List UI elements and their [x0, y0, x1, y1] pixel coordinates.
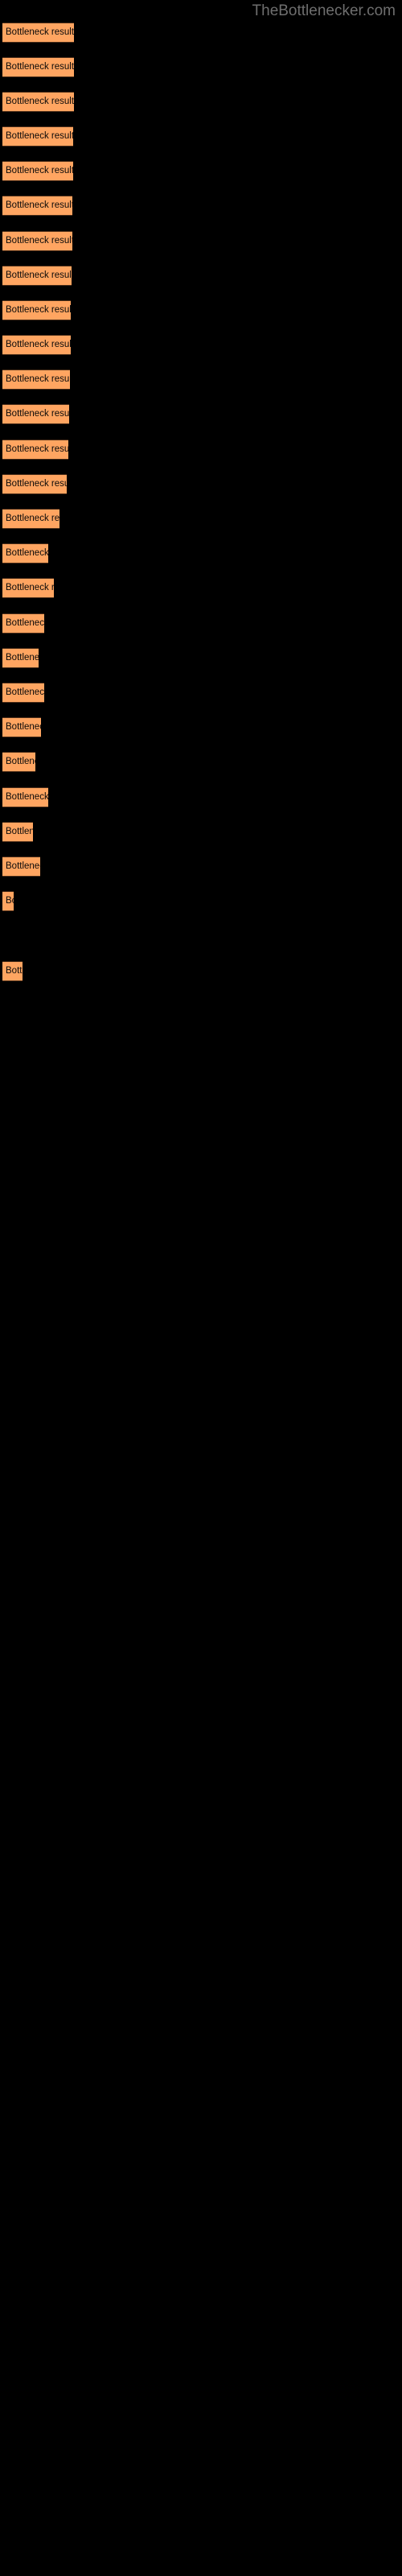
bar-label: Bottleneck result	[6, 305, 71, 315]
bar: Bottleneck result	[2, 161, 73, 181]
bar-label: Bottleneck result	[6, 97, 74, 106]
bar: Bottleneck result	[2, 196, 72, 216]
bottleneck-bar-chart: TheBottlenecker.com Bottleneck result Bot…	[0, 0, 402, 2576]
bar: Bottleneck result	[2, 613, 44, 634]
bar: Bottleneck result	[2, 717, 41, 737]
bar-label: Bottleneck result	[6, 722, 41, 732]
bar-label: Bottleneck result	[6, 27, 74, 37]
bar-label: Bottleneck result	[6, 200, 72, 210]
bar-label: Bottleneck result	[6, 583, 54, 592]
bar-label: Bottleneck result	[6, 687, 44, 697]
bar: Bottleneck result	[2, 787, 48, 807]
bar: Bottleneck result	[2, 543, 48, 564]
bar-label: Bottleneck result	[6, 374, 70, 384]
page-title: TheBottlenecker.com	[252, 2, 396, 19]
bar-label: Bottleneck result	[6, 166, 73, 175]
bar-label: Bottleneck result	[6, 236, 72, 246]
bar-label: Bottleneck result	[6, 896, 14, 906]
bar: Bottleneck result	[2, 509, 59, 529]
bar: Bottleneck result	[2, 752, 35, 772]
bar: Bottleneck result	[2, 822, 33, 842]
bar-label: Bottleneck result	[6, 479, 67, 489]
bar: Bottleneck result	[2, 231, 72, 251]
bar: Bottleneck result	[2, 126, 73, 147]
bar-label: Bottleneck result	[6, 62, 74, 72]
bar: Bottleneck result	[2, 335, 71, 355]
bar-label: Bottleneck result	[6, 792, 48, 802]
bar-label: Bottleneck result	[6, 409, 69, 419]
bar-label: Bottleneck result	[6, 966, 23, 976]
bar: Bottleneck result	[2, 474, 67, 494]
bar: Bottleneck result	[2, 369, 70, 390]
bar: Bottleneck result	[2, 961, 23, 981]
bar: Bottleneck result	[2, 683, 44, 703]
bar-label: Bottleneck result	[6, 131, 73, 141]
bar-label: Bottleneck result	[6, 618, 44, 628]
bar-label: Bottleneck result	[6, 861, 40, 871]
bar-label: Bottleneck result	[6, 653, 39, 663]
bar-label: Bottleneck result	[6, 270, 72, 280]
bar-label: Bottleneck result	[6, 444, 68, 454]
bar-label: Bottleneck result	[6, 757, 35, 766]
bar-label: Bottleneck result	[6, 827, 33, 836]
bar: Bottleneck result	[2, 404, 69, 424]
bar: Bottleneck result	[2, 578, 54, 598]
bar: Bottleneck result	[2, 648, 39, 668]
bar: Bottleneck result	[2, 440, 68, 460]
bar-label: Bottleneck result	[6, 514, 59, 523]
bar: Bottleneck result	[2, 23, 74, 43]
bar: Bottleneck result	[2, 891, 14, 911]
bar: Bottleneck result	[2, 266, 72, 286]
bar: Bottleneck result	[2, 857, 40, 877]
bar: Bottleneck result	[2, 300, 71, 320]
bar: Bottleneck result	[2, 92, 74, 112]
bar: Bottleneck result	[2, 57, 74, 77]
bar-label: Bottleneck result	[6, 340, 71, 349]
bar-label: Bottleneck result	[6, 548, 48, 558]
